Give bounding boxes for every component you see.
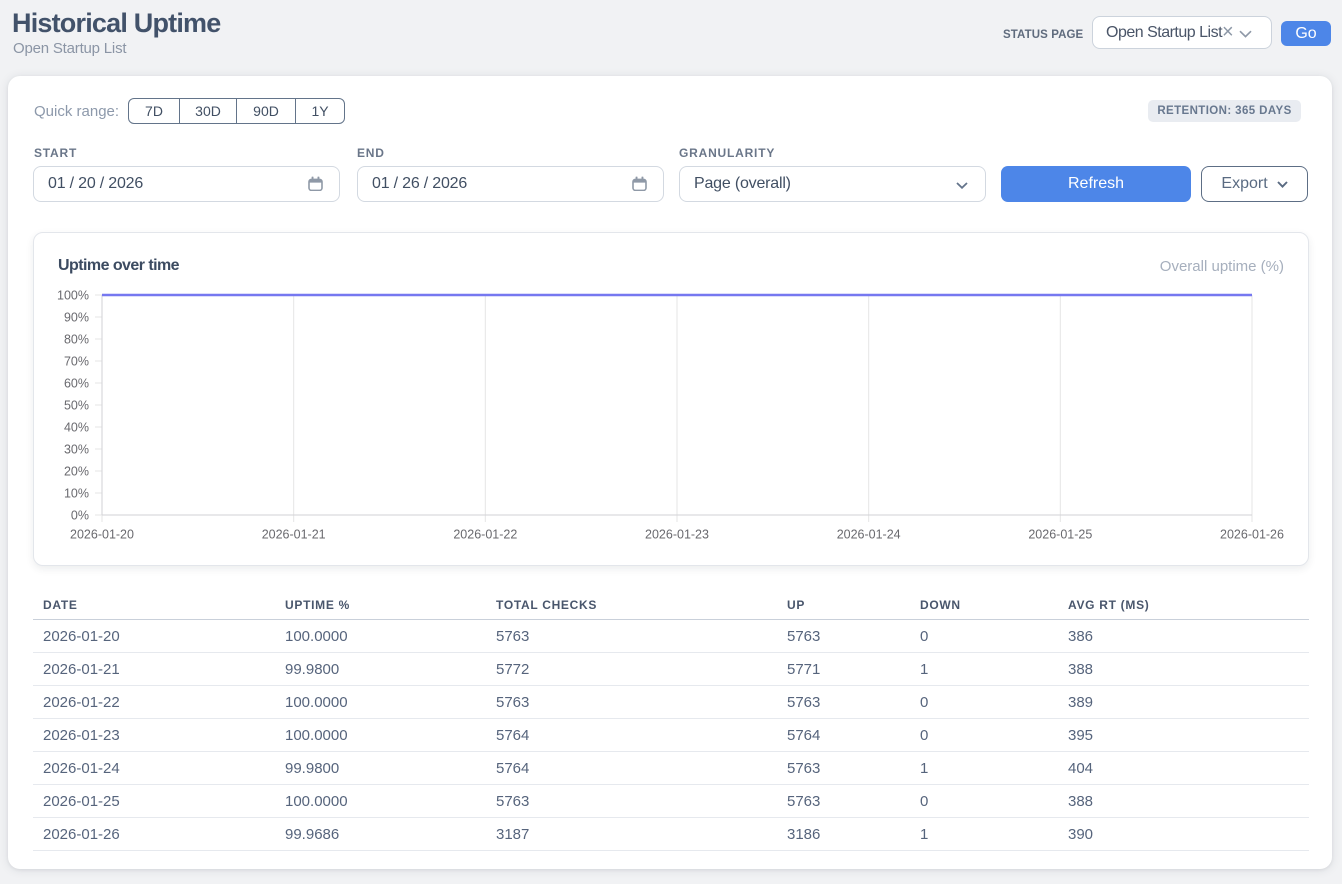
svg-text:2026-01-25: 2026-01-25 — [1028, 528, 1092, 542]
svg-text:40%: 40% — [64, 420, 89, 434]
svg-text:60%: 60% — [64, 376, 89, 390]
svg-text:2026-01-24: 2026-01-24 — [837, 528, 901, 542]
svg-text:70%: 70% — [64, 354, 89, 368]
svg-text:2026-01-20: 2026-01-20 — [70, 528, 134, 542]
svg-text:2026-01-22: 2026-01-22 — [453, 528, 517, 542]
svg-text:20%: 20% — [64, 464, 89, 478]
svg-text:0%: 0% — [71, 508, 89, 522]
svg-text:2026-01-26: 2026-01-26 — [1220, 528, 1284, 542]
svg-text:50%: 50% — [64, 398, 89, 412]
svg-text:10%: 10% — [64, 486, 89, 500]
svg-text:100%: 100% — [57, 288, 89, 302]
svg-text:80%: 80% — [64, 332, 89, 346]
svg-text:90%: 90% — [64, 310, 89, 324]
svg-text:2026-01-21: 2026-01-21 — [262, 528, 326, 542]
svg-text:30%: 30% — [64, 442, 89, 456]
svg-text:2026-01-23: 2026-01-23 — [645, 528, 709, 542]
